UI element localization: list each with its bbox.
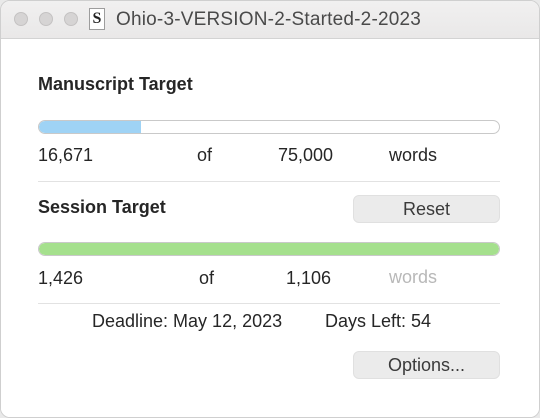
session-progress-bar <box>38 242 500 256</box>
session-target-heading: Session Target <box>38 197 166 217</box>
document-icon: S <box>89 8 105 30</box>
minimize-window-button[interactable] <box>39 12 53 26</box>
session-target-count[interactable]: 1,106 <box>286 268 331 289</box>
zoom-window-button[interactable] <box>64 12 78 26</box>
manuscript-of-label: of <box>197 145 213 165</box>
manuscript-progress-bar <box>38 120 500 134</box>
section-divider <box>38 181 500 182</box>
manuscript-unit-label: words <box>389 145 438 165</box>
deadline-label: Deadline: May 12, 2023 <box>92 311 283 331</box>
manuscript-progress-fill <box>39 121 142 133</box>
close-window-button[interactable] <box>14 12 28 26</box>
window-title: Ohio-3-VERSION-2-Started-2-2023 <box>116 9 422 30</box>
session-of-label: of <box>199 268 215 288</box>
section-divider <box>38 303 500 304</box>
title-bar[interactable]: S Ohio-3-VERSION-2-Started-2-2023 <box>1 1 539 39</box>
manuscript-target-heading: Manuscript Target <box>38 74 193 94</box>
session-progress-fill <box>39 243 499 255</box>
reset-button[interactable]: Reset <box>353 195 500 223</box>
manuscript-target-count[interactable]: 75,000 <box>278 145 333 166</box>
targets-panel: Manuscript Target 16,671 of 75,000 words… <box>1 39 539 417</box>
session-current-count: 1,426 <box>38 268 84 288</box>
manuscript-current-count: 16,671 <box>38 145 94 165</box>
target-window: S Ohio-3-VERSION-2-Started-2-2023 Manusc… <box>0 0 540 418</box>
days-left-label: Days Left: 54 <box>325 311 432 331</box>
session-unit-label: words <box>389 267 438 287</box>
options-button[interactable]: Options... <box>353 351 500 379</box>
